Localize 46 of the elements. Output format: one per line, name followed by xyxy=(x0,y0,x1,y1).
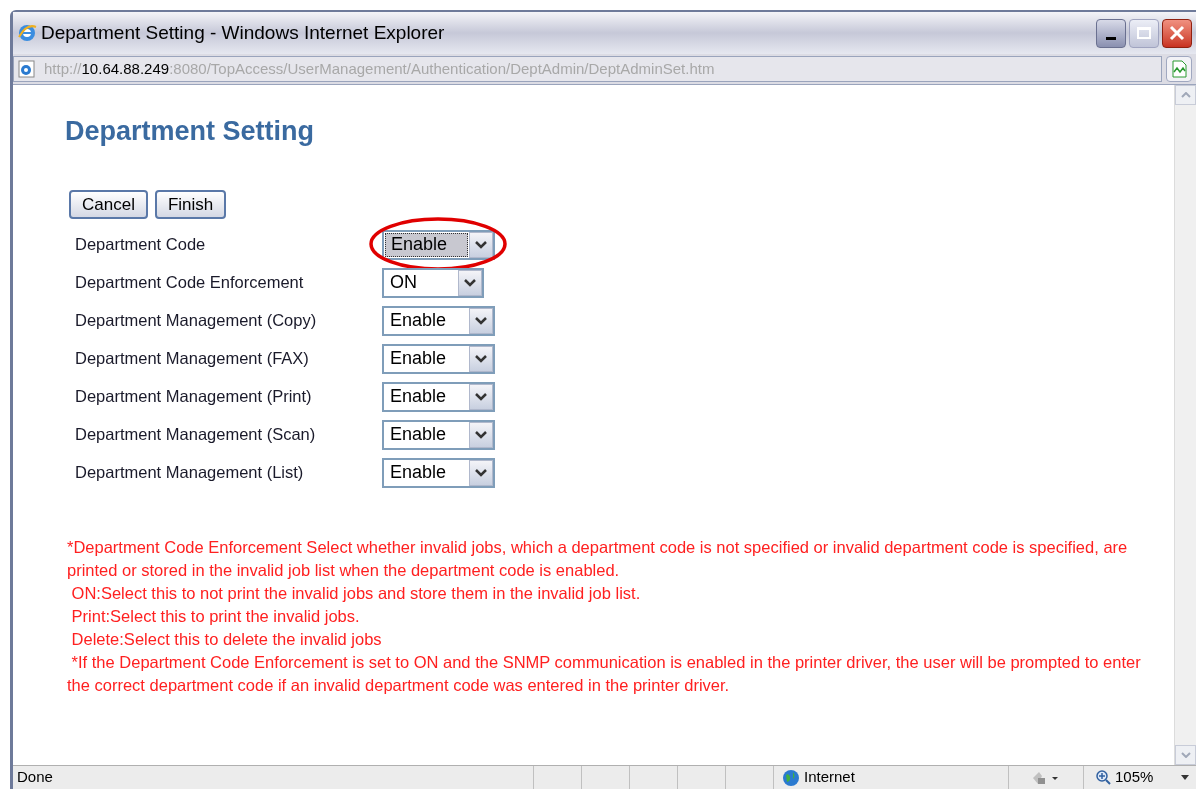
chevron-down-icon xyxy=(475,392,487,401)
scroll-up-button[interactable] xyxy=(1175,85,1196,105)
magnifier-icon xyxy=(1096,770,1111,785)
setting-label: Department Management (Scan) xyxy=(75,424,317,446)
status-text: Done xyxy=(16,767,54,788)
window-title: Department Setting - Windows Internet Explorer xyxy=(41,20,445,45)
chevron-down-icon xyxy=(475,430,487,439)
dropdown[interactable]: Enable xyxy=(382,343,495,374)
close-icon xyxy=(1169,25,1185,41)
chevron-down-icon xyxy=(475,468,487,477)
note-text: Delete:Select this to delete the invalid jobs xyxy=(70,628,383,650)
dropdown[interactable]: Enable xyxy=(382,305,495,336)
globe-icon xyxy=(782,768,800,787)
close-button[interactable] xyxy=(1162,18,1192,48)
page-heading: Department Setting xyxy=(65,115,316,148)
caret-icon xyxy=(1181,775,1190,780)
address-field[interactable]: http://10.64.88.249:8080/TopAccess/UserManagement/Authentication/DeptAdmin/DeptAdminSet.htm xyxy=(13,56,1162,82)
scrollbar[interactable] xyxy=(1174,85,1196,765)
dropdown[interactable]: ON xyxy=(382,267,484,298)
minimize-button[interactable] xyxy=(1096,18,1126,48)
chevron-down-icon xyxy=(475,354,487,363)
setting-label: Department Management (Print) xyxy=(75,386,313,408)
form-button[interactable]: Cancel xyxy=(69,189,148,219)
note-text: *Department Code Enforcement Select whether invalid jobs, which a department code is not specified or invalid department code is specified, are printed or stored in the invalid job list when the department code is enabled. xyxy=(67,536,1129,581)
note-text: *If the Department Code Enforcement is set to ON and the SNMP communication is enabled in the printer driver, the user will be prompted to enter the correct department code if an invalid department code was entered in the printer driver. xyxy=(67,651,1142,696)
setting-label: Department Management (Copy) xyxy=(75,310,318,332)
dropdown[interactable]: Enable xyxy=(382,381,495,412)
chevron-down-icon xyxy=(475,316,487,325)
zone-text: Internet xyxy=(804,767,855,788)
zoom-button[interactable]: 105% xyxy=(1083,766,1190,789)
scroll-down-button[interactable] xyxy=(1175,745,1196,765)
setting-label: Department Code xyxy=(75,234,207,256)
form-button[interactable]: Finish xyxy=(154,189,227,219)
compatibility-view-button[interactable] xyxy=(1166,56,1192,82)
note-text: Print:Select this to print the invalid jobs. xyxy=(70,605,361,627)
note-text: ON:Select this to not print the invalid jobs and store them in the invalid job list. xyxy=(70,582,642,604)
setting-label: Department Management (List) xyxy=(75,462,305,484)
setting-label: Department Code Enforcement xyxy=(75,272,305,294)
chevron-down-icon xyxy=(464,278,476,287)
setting-label: Department Management (FAX) xyxy=(75,348,310,370)
dropdown[interactable]: Enable xyxy=(382,457,495,488)
globe-e-icon xyxy=(17,23,37,43)
page-e-icon xyxy=(18,60,36,78)
dropdown[interactable]: Enable xyxy=(382,229,495,260)
chevron-down-icon xyxy=(475,240,487,249)
dropdown[interactable]: Enable xyxy=(382,419,495,450)
